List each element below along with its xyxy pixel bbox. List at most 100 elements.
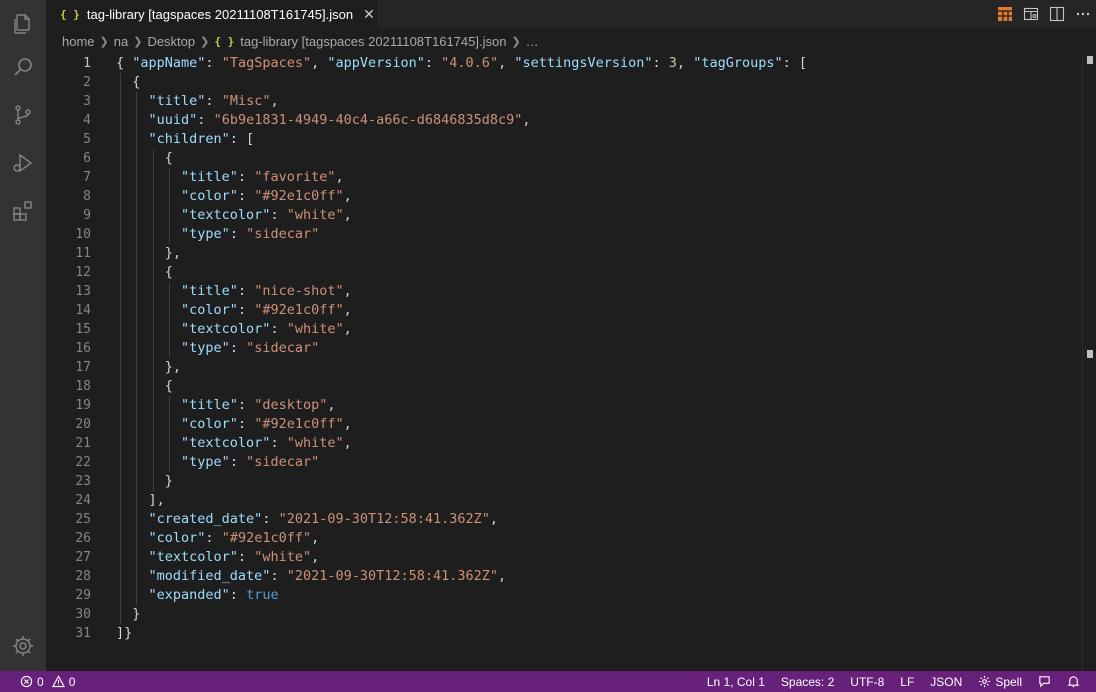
close-tab-icon[interactable]: ✕ <box>363 6 375 23</box>
warning-icon <box>51 675 65 688</box>
chevron-right-icon: ❯ <box>133 35 143 48</box>
code-area[interactable]: { "appName": "TagSpaces", "appVersion": … <box>116 54 1076 643</box>
json-punctuation: : <box>205 530 222 546</box>
json-punctuation: : <box>205 55 222 71</box>
code-editor[interactable]: 1 2 3 4 5 6 7 8 9 10 11 12 13 14 15 16 17 18 19 20 21 22 23 24 2… <box>46 54 1096 671</box>
breadcrumb-file[interactable]: tag-library [tagspaces 20211108T161745].… <box>240 34 506 49</box>
indent-guide <box>120 244 121 263</box>
line-number: 12 <box>75 265 91 280</box>
json-punctuation: , <box>327 397 336 413</box>
problems-indicator[interactable]: 0 0 <box>12 675 83 689</box>
search-button[interactable] <box>0 43 46 91</box>
code-line: "type": "sidecar" <box>116 225 1076 244</box>
split-editor-button[interactable] <box>1044 0 1070 28</box>
indent-guide <box>136 244 138 263</box>
indent-guide <box>152 434 154 453</box>
explorer-button[interactable] <box>0 0 46 48</box>
breadcrumb-na[interactable]: na <box>114 34 128 49</box>
line-number: 26 <box>75 531 91 546</box>
json-key: "color" <box>181 302 238 318</box>
json-punctuation: : [ <box>782 55 807 71</box>
indent-guide <box>168 415 170 434</box>
open-preview-side-button[interactable] <box>1018 0 1044 28</box>
json-string: "#92e1c0ff" <box>254 302 344 318</box>
json-punctuation: , <box>335 169 344 185</box>
line-number: 21 <box>75 436 91 451</box>
json-key: "title" <box>181 397 238 413</box>
encoding[interactable]: UTF-8 <box>842 675 892 689</box>
json-string: "6b9e1831-4949-40c4-a66c-d6846835d8c9" <box>213 112 523 128</box>
feedback-icon <box>1039 676 1050 688</box>
breadcrumb-home[interactable]: home <box>62 34 95 49</box>
indent-guide <box>168 168 170 187</box>
open-preview-button[interactable] <box>992 0 1018 28</box>
breadcrumb-desktop[interactable]: Desktop <box>147 34 195 49</box>
breadcrumb-symbols[interactable]: … <box>526 34 539 49</box>
code-line: "modified_date": "2021-09-30T12:58:41.36… <box>116 567 1076 586</box>
json-string: "#92e1c0ff" <box>221 530 312 546</box>
editor-scrollbar[interactable] <box>1082 54 1096 671</box>
json-punctuation: : <box>237 302 255 318</box>
run-debug-button[interactable] <box>0 139 46 187</box>
code-line: "type": "sidecar" <box>116 339 1076 358</box>
indent-guide <box>120 320 121 339</box>
json-punctuation: : <box>229 226 247 242</box>
source-control-button[interactable] <box>0 91 46 139</box>
json-key: "created_date" <box>148 511 263 527</box>
json-punctuation: { <box>116 264 173 280</box>
code-line: "uuid": "6b9e1831-4949-40c4-a66c-d684683… <box>116 111 1076 130</box>
code-line: { <box>116 263 1076 282</box>
json-punctuation: , <box>498 568 507 584</box>
json-punctuation: : <box>270 321 287 337</box>
notifications-button[interactable] <box>1059 675 1088 688</box>
line-number: 29 <box>75 588 91 603</box>
line-number: 15 <box>75 322 91 337</box>
indent-guide <box>136 320 138 339</box>
indent-guide <box>136 263 138 282</box>
json-punctuation: : <box>270 207 287 223</box>
feedback-button[interactable] <box>1030 675 1059 688</box>
indent-guide <box>152 358 154 377</box>
tab-label: tag-library [tagspaces 20211108T161745].… <box>86 6 354 22</box>
language-mode[interactable]: JSON <box>922 675 970 689</box>
json-punctuation: : <box>270 435 287 451</box>
indent-guide <box>152 168 154 187</box>
json-punctuation: ]} <box>116 625 133 641</box>
indent-guide <box>152 320 154 339</box>
line-number: 9 <box>83 208 91 223</box>
json-string: "#92e1c0ff" <box>254 188 344 204</box>
files-icon <box>14 14 30 34</box>
code-line: "textcolor": "white", <box>116 548 1076 567</box>
code-line: { <box>116 149 1076 168</box>
json-string: "sidecar" <box>246 454 320 470</box>
extensions-button[interactable] <box>0 187 46 235</box>
json-punctuation <box>116 321 181 337</box>
end-of-line[interactable]: LF <box>892 675 922 689</box>
manage-button[interactable] <box>0 622 46 670</box>
indentation[interactable]: Spaces: 2 <box>773 675 842 689</box>
json-string: "#92e1c0ff" <box>254 416 344 432</box>
editor-tab[interactable]: { } tag-library [tagspaces 20211108T1617… <box>46 0 378 28</box>
spell-check[interactable]: Spell <box>970 675 1030 689</box>
line-number: 27 <box>75 550 91 565</box>
json-punctuation: , <box>311 530 320 546</box>
indent-guide <box>120 168 121 187</box>
line-number: 4 <box>83 113 91 128</box>
json-string: "white" <box>286 321 344 337</box>
error-icon <box>20 675 33 688</box>
more-actions-button[interactable] <box>1070 0 1096 28</box>
json-string: "nice-shot" <box>254 283 344 299</box>
cursor-position[interactable]: Ln 1, Col 1 <box>699 675 773 689</box>
indent-guide <box>152 396 154 415</box>
json-punctuation: : [ <box>229 131 255 147</box>
indent-guide <box>120 434 121 453</box>
json-string: "sidecar" <box>246 226 320 242</box>
line-number: 28 <box>75 569 91 584</box>
indent-guide <box>168 320 170 339</box>
code-line: "title": "Misc", <box>116 92 1076 111</box>
indent-guide <box>152 187 154 206</box>
indent-guide <box>136 282 138 301</box>
json-key: "children" <box>148 131 230 147</box>
json-punctuation: , <box>343 188 352 204</box>
json-punctuation: , <box>343 435 352 451</box>
